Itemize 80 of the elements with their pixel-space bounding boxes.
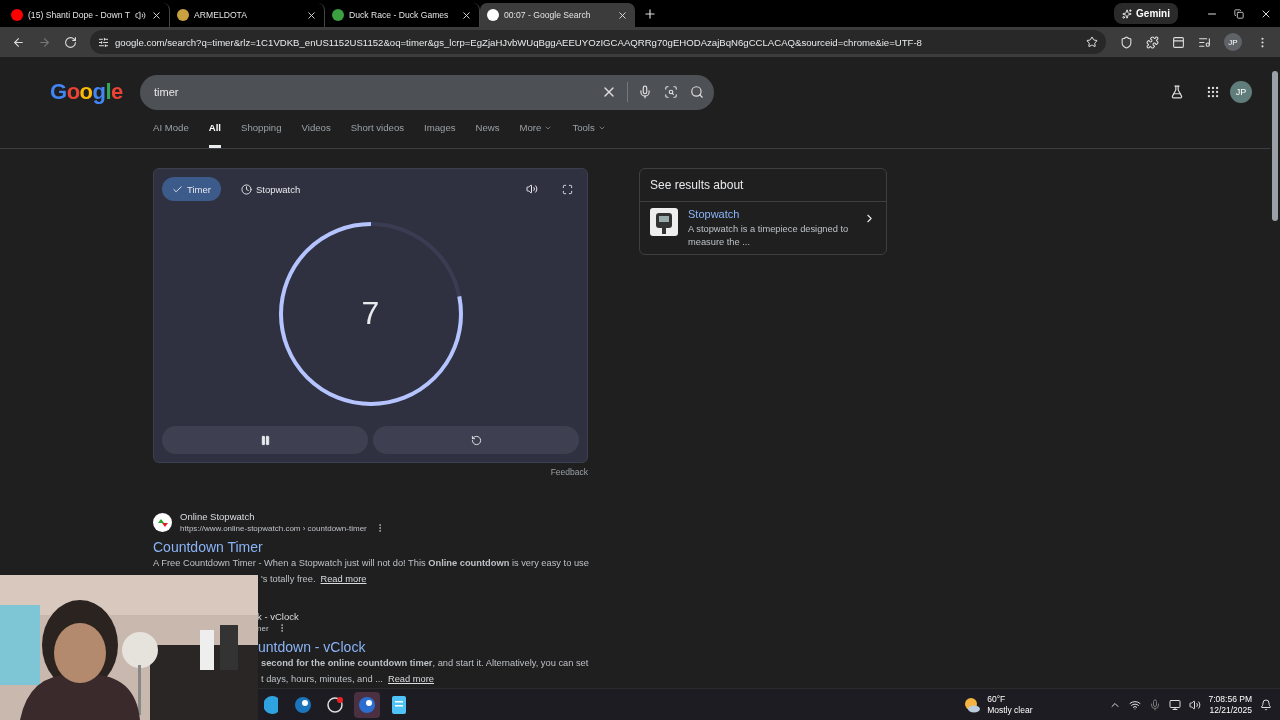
tab-search-icon[interactable]: [1171, 35, 1185, 49]
close-icon[interactable]: [617, 9, 629, 21]
search-tab[interactable]: Videos: [301, 122, 331, 148]
mic-icon[interactable]: [1148, 698, 1161, 711]
site-name: k - vClock: [257, 611, 299, 622]
timer-value: 7: [361, 295, 380, 332]
search-field[interactable]: timer: [140, 74, 714, 110]
site-name: Online Stopwatch: [180, 511, 256, 522]
favicon-icon: [11, 9, 23, 21]
read-more-link[interactable]: Read more: [387, 671, 434, 687]
search-tab[interactable]: All: [208, 122, 221, 148]
display-icon[interactable]: [1168, 698, 1181, 711]
mode-tab[interactable]: Stopwatch: [230, 177, 311, 201]
search-tab[interactable]: News: [475, 122, 500, 148]
reset-icon: [470, 434, 482, 446]
close-icon[interactable]: [306, 9, 318, 21]
mode-tab[interactable]: Timer: [162, 177, 221, 201]
clock-date[interactable]: 12/21/2025: [1209, 704, 1252, 716]
reload-icon[interactable]: [63, 35, 77, 49]
read-more-link[interactable]: Read more: [320, 571, 367, 587]
stopwatch-icon: [650, 208, 678, 236]
search-tab[interactable]: Short videos: [350, 122, 405, 148]
search-tab[interactable]: More: [519, 122, 553, 148]
sound-icon[interactable]: [526, 183, 538, 195]
site-url: https://www.online-stopwatch.com › countdown-timer: [180, 523, 367, 533]
favicon-icon: [177, 9, 190, 21]
result-title[interactable]: untdown - vClock: [258, 639, 366, 655]
restore-icon[interactable]: [1234, 8, 1244, 19]
result-title[interactable]: Countdown Timer: [153, 539, 263, 555]
result-title[interactable]: Stopwatch: [688, 208, 853, 220]
search-tab[interactable]: AI Mode: [153, 122, 189, 148]
result-snippet: 's totally free.: [261, 573, 316, 586]
result-snippet: A Free Countdown Timer - When a Stopwatch just will not do! This Online countdown is very easy to use: [153, 557, 589, 570]
site-info-icon[interactable]: [98, 36, 109, 48]
check-icon: [172, 183, 183, 195]
gemini-button[interactable]: Gemini: [1114, 3, 1178, 24]
extensions-icon[interactable]: [1145, 35, 1159, 49]
weather-condition[interactable]: Mostly clear: [987, 704, 1033, 716]
notification-icon[interactable]: [1260, 698, 1272, 711]
moon-cloud-icon: [963, 695, 982, 714]
forward-icon[interactable]: [37, 35, 51, 49]
search-tab[interactable]: Images: [424, 122, 456, 148]
speaker-icon[interactable]: [135, 9, 147, 21]
volume-icon[interactable]: [1188, 698, 1201, 711]
favicon-icon: [332, 9, 345, 21]
site-url: ner: [257, 623, 269, 633]
browser-tab[interactable]: 00:07 - Google Search: [480, 3, 636, 27]
clock-time[interactable]: 7:08:56 PM: [1208, 693, 1252, 705]
feedback-link[interactable]: Feedback: [550, 467, 588, 477]
sparkle-icon: [1122, 8, 1133, 19]
fullscreen-icon[interactable]: [562, 183, 573, 195]
profile-avatar[interactable]: JP: [1224, 33, 1242, 51]
favicon-icon: [487, 9, 500, 21]
shield-icon[interactable]: [1119, 35, 1133, 49]
close-icon[interactable]: [151, 9, 163, 21]
google-logo[interactable]: Google: [50, 79, 123, 104]
profile-avatar[interactable]: JP: [1230, 81, 1252, 103]
search-icon[interactable]: [690, 85, 704, 99]
network-icon[interactable]: [1128, 698, 1141, 711]
temperature[interactable]: 60°F: [987, 693, 1033, 705]
apps-icon[interactable]: [1206, 85, 1220, 99]
site-favicon-icon: [153, 512, 172, 532]
new-tab-icon[interactable]: [643, 6, 658, 21]
pause-icon: [259, 434, 271, 446]
address-bar[interactable]: google.com/search?q=timer&rlz=1C1VDKB_enUS1152US1152&oq=timer&gs_lcrp=EgZjaHJvbWUqBggAEEUYOzIGCAAQRRg70gEHODAzajBqN6gCCLACAQ&sourceid=chrome&ie=UTF-8: [90, 30, 1106, 54]
clock-icon: [240, 183, 252, 195]
result-description: A stopwatch is a timepiece designed to measure the ...: [688, 223, 850, 249]
back-icon[interactable]: [11, 35, 25, 49]
media-icon[interactable]: [1197, 35, 1211, 49]
bookmark-icon[interactable]: [1086, 36, 1098, 48]
steam-icon[interactable]: [354, 691, 380, 718]
result-snippet: second for the online countdown timer, and start it. Alternatively, you can set: [261, 657, 589, 670]
mic-icon[interactable]: [638, 85, 652, 99]
search-tab[interactable]: Shopping: [241, 122, 282, 148]
flask-icon[interactable]: [1170, 85, 1184, 99]
result-snippet: t days, hours, minutes, and ...: [261, 673, 383, 686]
lens-icon[interactable]: [664, 85, 678, 99]
search-tab[interactable]: Tools: [572, 122, 606, 148]
close-icon[interactable]: [461, 9, 473, 21]
panel-heading: See results about: [640, 169, 886, 202]
